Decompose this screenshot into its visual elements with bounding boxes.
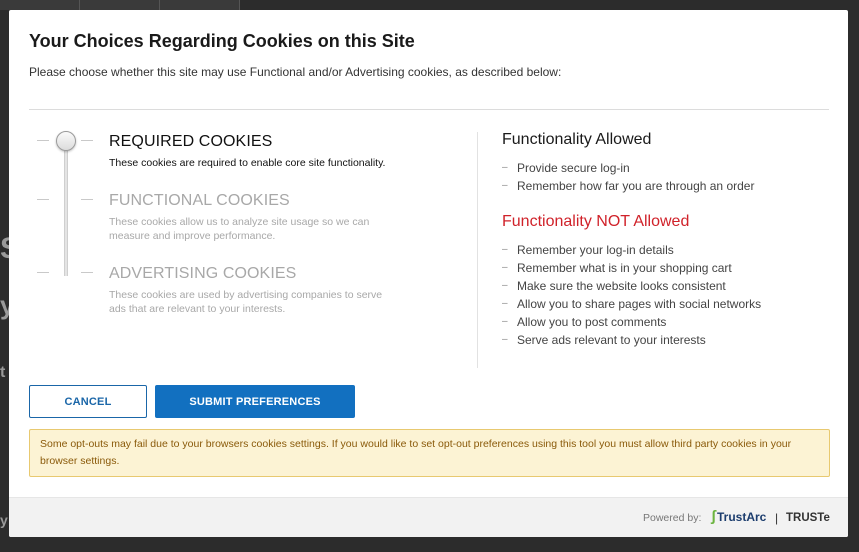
category-required-description: These cookies are required to enable cor… xyxy=(109,157,386,169)
backdrop-glyph: t xyxy=(0,364,6,381)
list-item: – Remember how far you are through an ord… xyxy=(502,179,755,193)
category-advertising-title[interactable]: ADVERTISING COOKIES xyxy=(109,265,296,283)
dash-icon: – xyxy=(502,298,508,309)
not-allowed-list: – Remember your log-in details – Remember … xyxy=(502,241,761,349)
dialog-footer: Powered by: ʃ TrustArc | TRUSTe xyxy=(9,497,848,537)
functionality-not-allowed-heading: Functionality NOT Allowed xyxy=(502,213,690,230)
dash-icon: – xyxy=(502,244,508,255)
category-advertising-description: These cookies are used by advertising co… xyxy=(109,289,383,315)
slider-tick xyxy=(81,199,93,200)
trustarc-arc-icon: ʃ xyxy=(711,508,716,525)
dash-icon: – xyxy=(502,180,508,191)
dash-icon: – xyxy=(502,262,508,273)
backdrop-tabs xyxy=(0,0,240,10)
list-item: – Allow you to share pages with social ne… xyxy=(502,297,762,311)
list-item: – Allow you to post comments xyxy=(502,315,667,329)
submit-preferences-button[interactable]: SUBMIT PREFERENCES xyxy=(155,385,355,418)
slider-tick xyxy=(37,140,49,141)
dash-icon: – xyxy=(502,162,508,173)
slider-tick xyxy=(81,272,93,273)
allowed-list: – Provide secure log-in – Remember how far… xyxy=(502,159,754,195)
backdrop-glyph: y xyxy=(0,512,8,528)
trustarc-logo[interactable]: ʃ TrustArc xyxy=(711,508,766,525)
slider-tick xyxy=(81,140,93,141)
powered-by-label: Powered by: xyxy=(643,512,702,524)
category-required-title[interactable]: REQUIRED COOKIES xyxy=(109,133,272,151)
dash-icon: – xyxy=(502,316,508,327)
list-item: – Serve ads relevant to your interests xyxy=(502,333,706,347)
footer-separator: | xyxy=(775,511,779,525)
cookie-warning-banner: Some opt-outs may fail due to your brows… xyxy=(29,429,830,477)
category-functional-description: These cookies allow us to analyze site u… xyxy=(109,216,370,242)
list-item: – Make sure the website looks consistent xyxy=(502,279,726,293)
slider-track[interactable] xyxy=(64,140,68,276)
list-item: – Remember your log-in details xyxy=(502,243,674,257)
dialog-title: Your Choices Regarding Cookies on this S… xyxy=(29,31,415,51)
list-item: – Provide secure log-in xyxy=(502,161,630,175)
slider-tick xyxy=(37,272,49,273)
list-item: – Remember what is in your shopping cart xyxy=(502,261,732,275)
dash-icon: – xyxy=(502,280,508,291)
functionality-allowed-heading: Functionality Allowed xyxy=(502,131,652,148)
category-functional-title[interactable]: FUNCTIONAL COOKIES xyxy=(109,192,290,210)
divider xyxy=(29,109,829,110)
column-divider xyxy=(477,132,478,368)
dialog-subtitle: Please choose whether this site may use … xyxy=(29,65,562,79)
dash-icon: – xyxy=(502,334,508,345)
slider-handle[interactable] xyxy=(56,131,76,151)
slider-tick xyxy=(37,199,49,200)
cancel-button[interactable]: CANCEL xyxy=(29,385,147,418)
cookie-preferences-dialog: Your Choices Regarding Cookies on this S… xyxy=(9,10,848,537)
truste-logo[interactable]: TRUSTe xyxy=(786,512,830,524)
